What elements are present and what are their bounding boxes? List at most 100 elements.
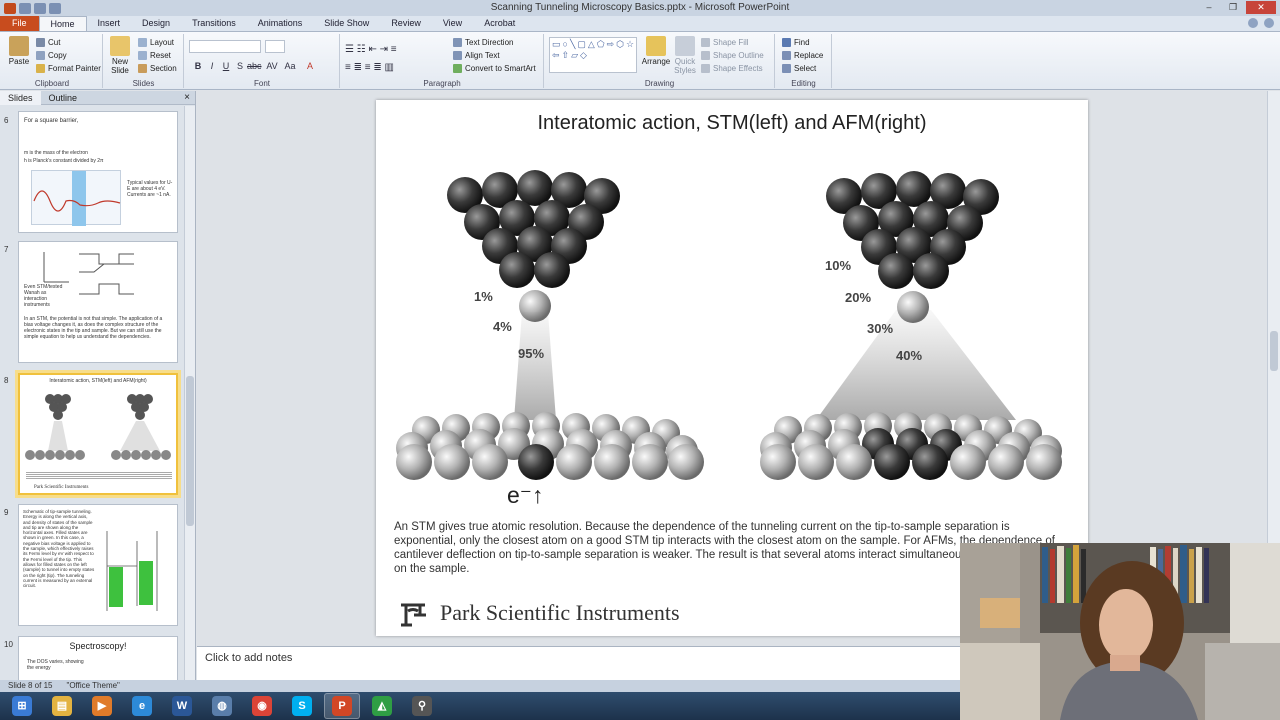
slide-thumbnail-8[interactable]: Interatomic action, STM(left) and AFM(ri…	[15, 370, 181, 498]
new-slide-button[interactable]: New Slide	[106, 36, 134, 75]
window-title: Scanning Tunneling Microscopy Basics.ppt…	[490, 2, 790, 13]
format-painter-button[interactable]: Format Painter	[36, 64, 101, 73]
quick-styles-button[interactable]: Quick Styles	[673, 36, 697, 75]
shadow-button[interactable]: S	[233, 60, 247, 73]
ie-icon: e	[132, 696, 152, 716]
smartart-button[interactable]: Convert to SmartArt	[453, 64, 536, 73]
stm-percent-4: 4%	[493, 319, 512, 334]
bold-button[interactable]: B	[191, 60, 205, 73]
copy-button[interactable]: Copy	[36, 51, 67, 60]
find-button[interactable]: Find	[782, 38, 810, 47]
tab-outline[interactable]: Outline	[41, 91, 86, 105]
paste-icon	[9, 36, 29, 56]
layout-button[interactable]: Layout	[138, 38, 174, 47]
minimize-ribbon-icon[interactable]	[1248, 18, 1258, 28]
taskbar-search-button[interactable]: ⚲	[404, 693, 440, 719]
slide-number: 8	[4, 376, 9, 385]
bullets-button[interactable]: ☰ ☷ ⇤ ⇥ ≡	[345, 44, 397, 55]
close-panel-icon[interactable]: ×	[184, 92, 190, 103]
arrange-button[interactable]: Arrange	[641, 36, 671, 66]
close-button[interactable]: ✕	[1246, 1, 1276, 14]
taskbar-network-button[interactable]: ◍	[204, 693, 240, 719]
taskbar-ie-button[interactable]: e	[124, 693, 160, 719]
thumb-text: m is the mass of the electron	[24, 150, 88, 156]
thumb-image	[25, 394, 171, 460]
strikethrough-button[interactable]: abc	[247, 60, 262, 73]
cut-button[interactable]: Cut	[36, 38, 60, 47]
tab-slide-show[interactable]: Slide Show	[313, 16, 380, 31]
change-case-button[interactable]: Aa	[283, 60, 297, 73]
align-text-button[interactable]: Align Text	[453, 51, 500, 60]
taskbar-skype-button[interactable]: S	[284, 693, 320, 719]
scrollbar-thumb[interactable]	[1270, 331, 1278, 371]
slide-thumbnail-6[interactable]: For a square barrier, m is the mass of t…	[18, 111, 178, 233]
underline-button[interactable]: U	[219, 60, 233, 73]
thumb-title: Spectroscopy!	[69, 641, 127, 651]
stm-percent-1: 1%	[474, 289, 493, 304]
maximize-button[interactable]: ❐	[1222, 1, 1244, 14]
paste-button[interactable]: Paste	[6, 36, 32, 66]
shape-fill-button[interactable]: Shape Fill	[701, 38, 749, 47]
section-icon	[138, 64, 147, 73]
tab-slides[interactable]: Slides	[0, 90, 41, 105]
tab-review[interactable]: Review	[380, 16, 432, 31]
slide-thumbnail-7[interactable]: Even STM/tested Wanah as interaction ins…	[18, 241, 178, 363]
theme-name: "Office Theme"	[66, 681, 120, 690]
thumb-text: Typical values for U-E are about 4 eV. C…	[127, 180, 173, 198]
text-direction-button[interactable]: Text Direction	[453, 38, 513, 47]
taskbar-powerpoint-button[interactable]: P	[324, 693, 360, 719]
smartart-icon	[453, 64, 462, 73]
shapes-gallery[interactable]: ▭○╲▢△⬠⇨⬡☆⌒{}⇦⇧▱◇	[549, 37, 637, 73]
group-label-font: Font	[253, 79, 270, 88]
help-icon[interactable]	[1264, 18, 1274, 28]
cursor-icon	[782, 64, 791, 73]
tab-home[interactable]: Home	[38, 16, 87, 31]
title-bar: Scanning Tunneling Microscopy Basics.ppt…	[0, 0, 1280, 16]
font-color-button[interactable]: A	[303, 60, 317, 73]
tab-file[interactable]: File	[0, 16, 39, 31]
panel-scrollbar[interactable]	[184, 106, 195, 681]
group-label-slides: Slides	[132, 79, 155, 88]
outline-icon	[701, 51, 710, 60]
tab-insert[interactable]: Insert	[87, 16, 132, 31]
thumb-text: The DOS varies, showing the energy	[27, 659, 84, 671]
stm-sample	[396, 412, 704, 480]
font-size-combo[interactable]	[265, 40, 285, 53]
thumb-text: Even STM/tested Wanah as interaction ins…	[24, 284, 63, 308]
reset-icon	[138, 51, 147, 60]
minimize-button[interactable]: –	[1198, 1, 1220, 14]
taskbar-chrome-button[interactable]: ◉	[244, 693, 280, 719]
notes-placeholder[interactable]: Click to add notes	[205, 652, 292, 664]
slide-thumbnail-9[interactable]: Schematic of tip-sample tunneling. Energ…	[18, 504, 178, 626]
thumb-caption-lines	[26, 471, 172, 479]
scissors-icon	[36, 38, 45, 47]
tab-acrobat[interactable]: Acrobat	[473, 16, 526, 31]
font-family-combo[interactable]	[189, 40, 261, 53]
scrollbar-thumb[interactable]	[186, 376, 194, 526]
taskbar-media-button[interactable]: ▶	[84, 693, 120, 719]
taskbar-explorer-button[interactable]: ▤	[44, 693, 80, 719]
shape-outline-button[interactable]: Shape Outline	[701, 51, 764, 60]
group-clipboard: Paste Cut Copy Format Painter Clipboard	[2, 34, 103, 88]
italic-button[interactable]: I	[205, 60, 219, 73]
select-button[interactable]: Select	[782, 64, 816, 73]
presenter-video	[960, 543, 1280, 720]
taskbar-sigma-button[interactable]: ◭	[364, 693, 400, 719]
reset-button[interactable]: Reset	[138, 51, 171, 60]
shape-effects-button[interactable]: Shape Effects	[701, 64, 763, 73]
brush-icon	[36, 64, 45, 73]
tab-animations[interactable]: Animations	[247, 16, 314, 31]
tab-transitions[interactable]: Transitions	[181, 16, 247, 31]
afm-interaction-beam	[816, 310, 1016, 420]
tab-design[interactable]: Design	[131, 16, 181, 31]
char-spacing-button[interactable]: AV	[265, 60, 279, 73]
taskbar-start-button[interactable]: ⊞	[4, 693, 40, 719]
thumb-graph	[31, 170, 121, 226]
effects-icon	[701, 64, 710, 73]
replace-button[interactable]: Replace	[782, 51, 823, 60]
section-button[interactable]: Section	[138, 64, 177, 73]
tab-view[interactable]: View	[432, 16, 473, 31]
slide-thumbnail-10[interactable]: Spectroscopy! The DOS varies, showing th…	[18, 636, 178, 681]
alignment-buttons[interactable]: ≡ ≣ ≡ ≣ ▥	[345, 62, 394, 73]
taskbar-word-button[interactable]: W	[164, 693, 200, 719]
